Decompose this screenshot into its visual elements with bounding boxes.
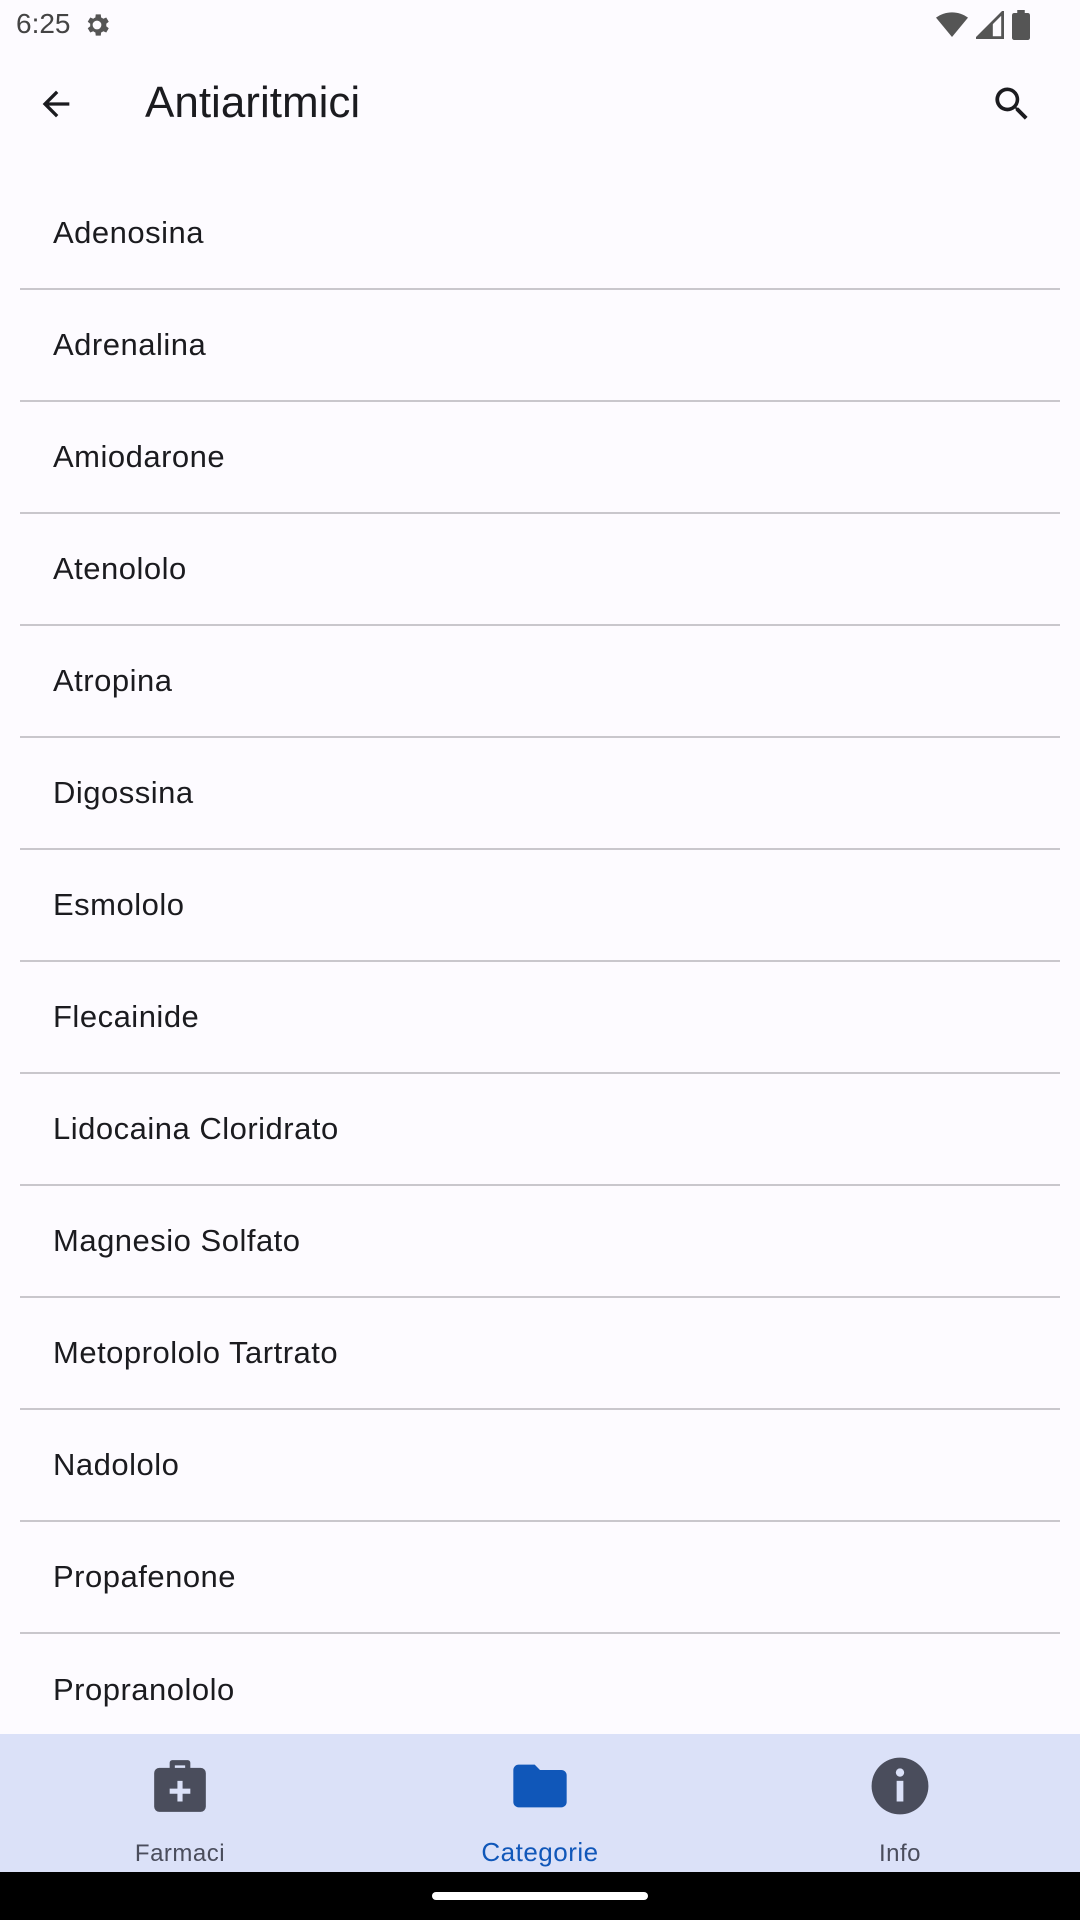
nav-label-categorie: Categorie (481, 1837, 599, 1867)
page-title: Antiaritmici (145, 78, 361, 127)
list-item-label: Atenololo (53, 551, 187, 586)
nav-label-farmaci: Farmaci (134, 1840, 226, 1867)
list-item-atropina[interactable]: Atropina (20, 626, 1060, 738)
drug-list: Adenosina Adrenalina Amiodarone Atenolol… (20, 178, 1060, 1746)
list-item-nadololo[interactable]: Nadololo (20, 1410, 1060, 1522)
list-item-label: Amiodarone (53, 439, 226, 474)
nav-item-categorie[interactable]: Categorie (360, 1734, 720, 1872)
list-item-digossina[interactable]: Digossina (20, 738, 1060, 850)
list-item-label: Digossina (53, 775, 194, 810)
list-item-label: Nadololo (53, 1447, 180, 1482)
wifi-icon (936, 11, 968, 44)
list-item-label: Atropina (53, 663, 173, 698)
system-gesture-bar (0, 1872, 1080, 1920)
home-gesture-handle[interactable] (432, 1892, 648, 1900)
list-item-lidocaina-cloridrato[interactable]: Lidocaina Cloridrato (20, 1074, 1060, 1186)
settings-gear-icon (82, 10, 112, 40)
info-icon (868, 1754, 932, 1818)
back-arrow-icon (42, 90, 70, 118)
list-item-label: Adenosina (53, 215, 205, 250)
list-item-propranololo[interactable]: Propranololo (20, 1634, 1060, 1746)
battery-icon (1012, 10, 1030, 45)
signal-icon (974, 9, 1004, 44)
nav-item-farmaci[interactable]: Farmaci (0, 1734, 360, 1872)
search-button[interactable] (982, 74, 1042, 134)
list-item-label: Lidocaina Cloridrato (53, 1111, 339, 1146)
list-item-label: Magnesio Solfato (53, 1223, 301, 1258)
medical-kit-icon (148, 1754, 212, 1818)
list-item-esmololo[interactable]: Esmololo (20, 850, 1060, 962)
app-bar: Antiaritmici (0, 52, 1080, 156)
status-time: 6:25 (16, 8, 71, 39)
list-item-adrenalina[interactable]: Adrenalina (20, 290, 1060, 402)
status-bar: 6:25 (0, 0, 1080, 50)
nav-label-info: Info (878, 1840, 922, 1867)
folder-icon (508, 1754, 572, 1818)
nav-item-info[interactable]: Info (720, 1734, 1080, 1872)
list-item-label: Propafenone (53, 1559, 237, 1594)
search-icon (995, 87, 1028, 120)
list-item-label: Flecainide (53, 999, 200, 1034)
list-item-flecainide[interactable]: Flecainide (20, 962, 1060, 1074)
list-item-atenololo[interactable]: Atenololo (20, 514, 1060, 626)
bottom-navigation: Farmaci Categorie Info (0, 1734, 1080, 1872)
list-item-label: Esmololo (53, 887, 185, 922)
status-icons (936, 9, 1030, 45)
list-item-amiodarone[interactable]: Amiodarone (20, 402, 1060, 514)
list-item-magnesio-solfato[interactable]: Magnesio Solfato (20, 1186, 1060, 1298)
list-item-label: Adrenalina (53, 327, 207, 362)
back-button[interactable] (24, 76, 88, 132)
list-item-propafenone[interactable]: Propafenone (20, 1522, 1060, 1634)
list-item-adenosina[interactable]: Adenosina (20, 178, 1060, 290)
list-item-metoprololo-tartrato[interactable]: Metoprololo Tartrato (20, 1298, 1060, 1410)
list-item-label: Metoprololo Tartrato (53, 1335, 339, 1370)
list-item-label: Propranololo (53, 1672, 235, 1707)
